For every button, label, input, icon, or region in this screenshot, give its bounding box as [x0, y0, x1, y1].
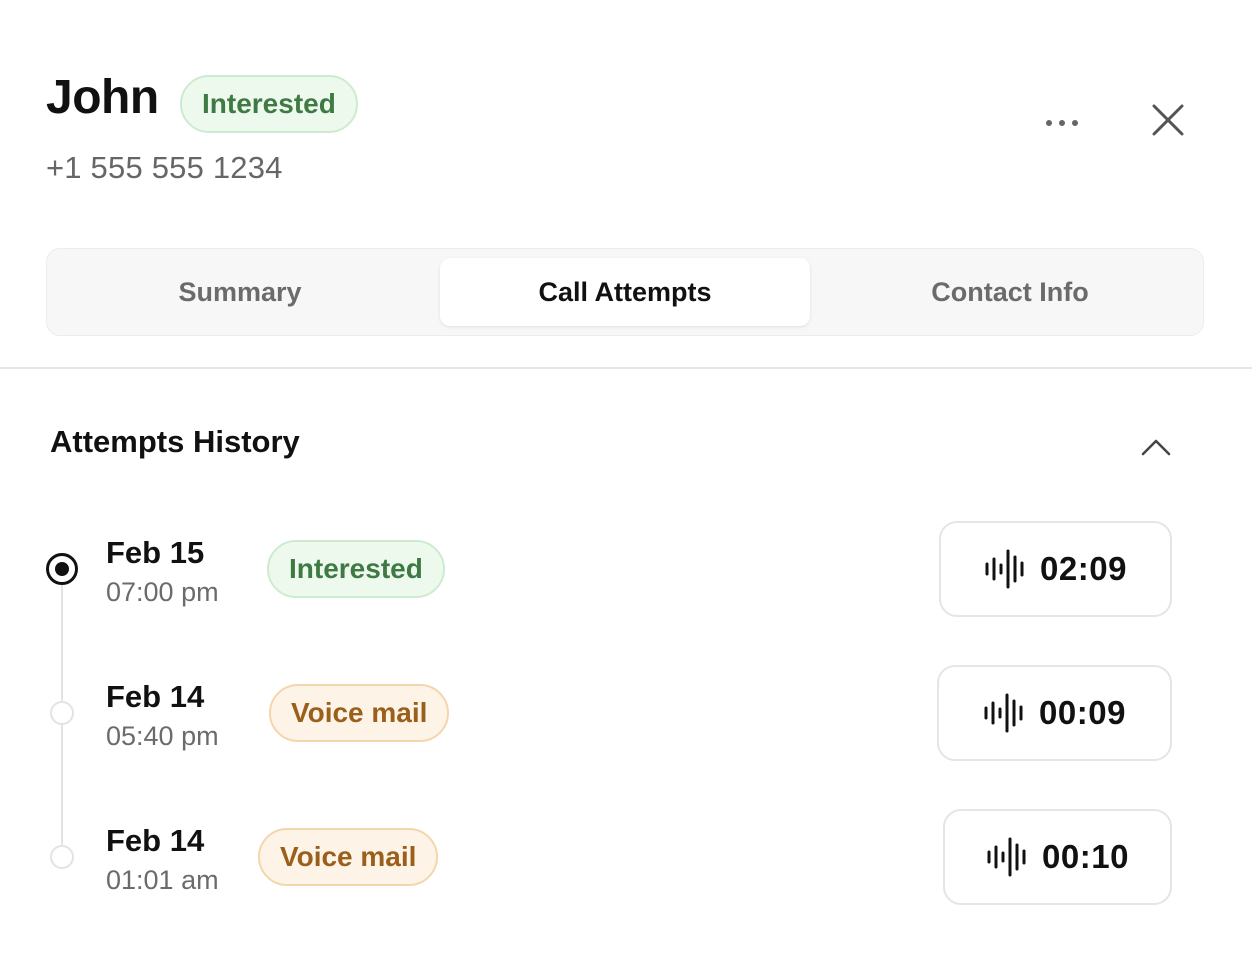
- status-badge: Interested: [180, 75, 358, 133]
- attempt-status-badge: Interested: [267, 540, 445, 598]
- ellipsis-icon: [1046, 120, 1052, 126]
- attempt-date: Feb 14: [106, 679, 205, 714]
- attempt-time: 07:00 pm: [106, 577, 219, 607]
- attempt-time: 05:40 pm: [106, 721, 219, 751]
- section-title: Attempts History: [50, 424, 300, 459]
- play-recording-button[interactable]: 02:09: [939, 521, 1172, 617]
- audio-waveform-icon: [985, 549, 1024, 589]
- divider: [0, 367, 1252, 369]
- play-recording-button[interactable]: 00:09: [937, 665, 1172, 761]
- contact-panel: John Interested +1 555 555 1234 Summary …: [0, 0, 1252, 962]
- play-recording-button[interactable]: 00:10: [943, 809, 1172, 905]
- attempt-date: Feb 15: [106, 535, 205, 570]
- more-options-button[interactable]: [1034, 106, 1090, 140]
- attempt-date: Feb 14: [106, 823, 205, 858]
- attempt-time: 01:01 am: [106, 865, 219, 895]
- attempt-status-badge: Voice mail: [258, 828, 439, 886]
- close-button[interactable]: [1144, 96, 1192, 144]
- audio-waveform-icon: [984, 693, 1023, 733]
- contact-phone: +1 555 555 1234: [46, 150, 283, 185]
- timeline-node: [50, 701, 74, 725]
- recording-duration: 02:09: [1040, 550, 1127, 587]
- timeline-node-current: [46, 553, 78, 585]
- attempt-status-badge: Voice mail: [269, 684, 450, 742]
- tab-bar: Summary Call Attempts Contact Info: [46, 248, 1204, 336]
- timeline-node: [50, 845, 74, 869]
- recording-duration: 00:10: [1042, 838, 1129, 875]
- contact-name: John: [46, 71, 159, 124]
- recording-duration: 00:09: [1039, 694, 1126, 731]
- audio-waveform-icon: [987, 837, 1026, 877]
- tab-contact-info[interactable]: Contact Info: [825, 258, 1195, 326]
- close-icon: [1152, 104, 1184, 136]
- tab-call-attempts[interactable]: Call Attempts: [440, 258, 810, 326]
- tab-summary[interactable]: Summary: [55, 258, 425, 326]
- chevron-up-icon: [1141, 439, 1171, 456]
- collapse-button[interactable]: [1136, 428, 1176, 464]
